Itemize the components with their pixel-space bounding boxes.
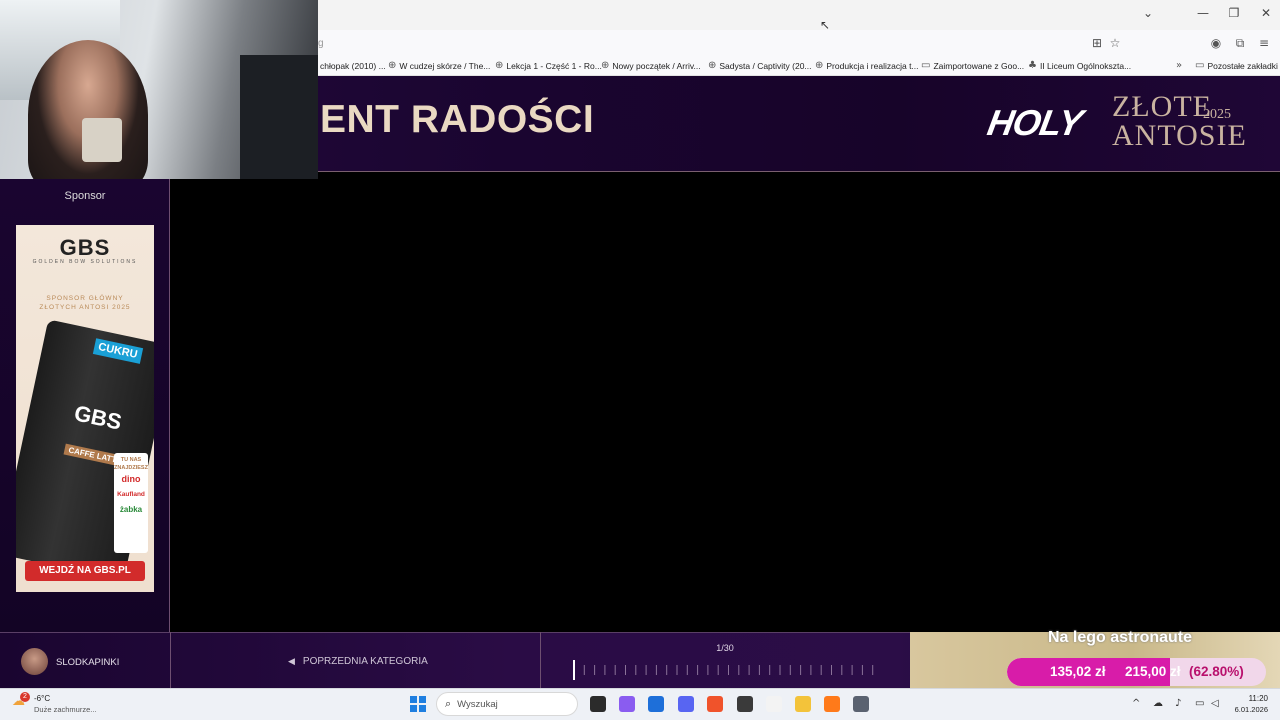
notification-badge: 2 — [20, 692, 30, 702]
folder-icon: ▭ — [921, 60, 931, 71]
settings-icon[interactable] — [853, 696, 869, 712]
zlote-antosie-logo-line1: ZŁOTE — [1112, 90, 1212, 123]
globe-icon: ⊕ — [601, 60, 610, 71]
webcam-mug — [82, 118, 122, 162]
vote-title: Na lego astronaute — [1048, 629, 1193, 646]
extensions-icon[interactable]: ⧉ — [1232, 35, 1248, 51]
store-icon[interactable] — [648, 696, 664, 712]
notes-icon[interactable] — [766, 696, 782, 712]
webcam-monitor — [240, 55, 318, 179]
terminal-icon[interactable] — [590, 696, 606, 712]
obs-icon[interactable] — [737, 696, 753, 712]
copilot-icon[interactable] — [619, 696, 635, 712]
taskbar-search[interactable]: ⌕ Wyszukaj — [436, 692, 578, 716]
avatar — [21, 648, 48, 675]
discord-icon[interactable] — [678, 696, 694, 712]
search-placeholder: Wyszukaj — [457, 698, 498, 710]
bookmark-item[interactable]: ♣ II Liceum Ogólnokszta... — [1028, 58, 1131, 74]
volume-icon[interactable]: ◁ — [1211, 698, 1219, 709]
category-progress — [573, 660, 874, 680]
sponsor-label: Sponsor — [64, 190, 106, 202]
gbs-logo: GBS GOLDEN BOW SOLUTIONS — [32, 235, 138, 265]
install-app-icon[interactable]: ⊞ — [1089, 35, 1105, 51]
restore-button[interactable]: ❐ — [1224, 6, 1244, 20]
category-counter: 1/30 — [716, 643, 734, 653]
clock-date[interactable]: 6.01.2026 — [1225, 705, 1268, 714]
cloud-icon[interactable]: ☁ — [1153, 698, 1163, 709]
store-list: TU NAS ZNAJDZIESZ dino Kaufland żabka — [114, 453, 148, 553]
firefox-icon[interactable] — [824, 696, 840, 712]
vote-goal-amount: 215,00 zł — [1125, 664, 1181, 679]
account-icon[interactable]: ◉ — [1208, 35, 1224, 51]
ad-sponsor-line: SPONSOR GŁÓWNY — [46, 295, 124, 302]
webcam-overlay — [0, 0, 318, 179]
url-field[interactable]: g — [318, 38, 324, 49]
network-icon[interactable]: ▭ — [1195, 698, 1204, 709]
folder-icon: ▭ — [1195, 60, 1205, 71]
weather-temperature[interactable]: -6°C — [34, 694, 50, 703]
ad-sponsor-line: ZŁOTYCH ANTOSI 2025 — [39, 304, 131, 311]
microphone-icon[interactable]: ♪ — [1175, 698, 1181, 709]
globe-icon: ⊕ — [495, 60, 504, 71]
user-name: SLODKAPINKI — [56, 657, 120, 668]
windows-start-icon[interactable] — [410, 696, 426, 712]
more-bookmarks-icon[interactable]: » — [1176, 58, 1182, 74]
search-icon: ⌕ — [445, 697, 452, 710]
holy-logo: HOLY — [984, 102, 1086, 143]
bookmark-item[interactable]: ⊕ Lekcja 1 - Część 1 - Ro... — [495, 58, 602, 74]
minimize-button[interactable]: — — [1193, 6, 1213, 20]
bookmark-item[interactable]: ⊕ Produkcja i realizacja t... — [815, 58, 919, 74]
bookmark-star-icon[interactable]: ☆ — [1107, 35, 1123, 51]
sponsor-ad[interactable]: GBS GOLDEN BOW SOLUTIONS SPONSOR GŁÓWNY … — [16, 225, 154, 592]
other-bookmarks-folder[interactable]: ▭ Pozostałe zakładki — [1195, 58, 1278, 74]
category-title: ENT RADOŚCI — [320, 98, 595, 141]
globe-icon: ⊕ — [388, 60, 397, 71]
bookmark-item[interactable]: ⊕ Sadysta / Captivity (20... — [708, 58, 812, 74]
weather-description[interactable]: Duże zachmurze... — [34, 705, 97, 714]
chevron-up-icon[interactable]: ^ — [1132, 698, 1140, 709]
divider — [170, 632, 171, 688]
globe-icon: ⊕ — [815, 60, 824, 71]
vote-percent: (62.80%) — [1189, 664, 1244, 679]
clock-time[interactable]: 11:20 — [1240, 694, 1268, 703]
tab-list-chevron-icon[interactable]: ⌄ — [1138, 6, 1158, 20]
vote-current-amount: 135,02 zł — [1050, 664, 1106, 679]
previous-category-button[interactable]: ◀ POPRZEDNIA KATEGORIA — [288, 656, 428, 667]
divider — [540, 632, 541, 688]
close-button[interactable]: ✕ — [1256, 6, 1276, 20]
ad-cta-button[interactable]: WEJDŹ NA GBS.PL — [25, 561, 145, 581]
zlote-antosie-logo-line2: ANTOSIE — [1112, 119, 1247, 152]
taskbar — [0, 688, 1280, 720]
arrow-left-icon: ◀ — [288, 656, 295, 667]
bookmark-item[interactable]: ⊕ W cudzej skórze / The... — [388, 58, 490, 74]
bookmark-item[interactable]: chłopak (2010) ... — [320, 58, 386, 74]
globe-icon: ⊕ — [708, 60, 717, 71]
school-icon: ♣ — [1028, 60, 1037, 71]
bookmark-item[interactable]: ⊕ Nowy początek / Arriv... — [601, 58, 701, 74]
bookmark-item[interactable]: ▭ Zaimportowane z Goo... — [921, 58, 1024, 74]
menu-icon[interactable]: ≡ — [1256, 35, 1272, 51]
explorer-icon[interactable] — [795, 696, 811, 712]
brave-icon[interactable] — [707, 696, 723, 712]
